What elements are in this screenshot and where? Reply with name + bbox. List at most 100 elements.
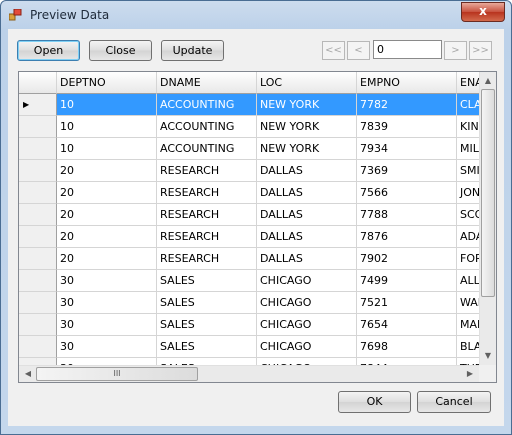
table-row[interactable]: 20 RESEARCH DALLAS 7566 JONES	[19, 182, 496, 204]
horizontal-scroll-thumb[interactable]: III	[36, 367, 198, 381]
table-row[interactable]: ▶10ACCOUNTINGNEW YORK7782CLARK	[19, 94, 496, 116]
row-header[interactable]	[19, 270, 57, 292]
table-cell[interactable]: 10	[57, 138, 157, 160]
table-cell[interactable]: RESEARCH	[157, 226, 257, 248]
table-row[interactable]: 10 ACCOUNTING NEW YORK 7839 KING	[19, 116, 496, 138]
table-cell[interactable]: RESEARCH	[157, 248, 257, 270]
table-row[interactable]: 20 RESEARCH DALLAS 7902 FORD	[19, 248, 496, 270]
app-icon	[9, 9, 22, 21]
table-cell[interactable]: 7839	[357, 116, 457, 138]
table-cell[interactable]: CHICAGO	[257, 314, 357, 336]
table-cell[interactable]: ACCOUNTING	[157, 138, 257, 160]
table-cell[interactable]: CHICAGO	[257, 292, 357, 314]
row-header[interactable]	[19, 336, 57, 358]
title-bar[interactable]: Preview Data x	[1, 1, 511, 28]
horizontal-scrollbar[interactable]: ◀ III ▶	[19, 365, 479, 382]
table-cell[interactable]: SALES	[157, 336, 257, 358]
table-cell[interactable]: 7902	[357, 248, 457, 270]
table-cell[interactable]: ACCOUNTING	[157, 94, 257, 116]
vertical-scrollbar[interactable]: ▲ ▼	[479, 72, 496, 365]
table-row[interactable]: 20RESEARCHDALLAS7876ADAMS	[19, 226, 496, 248]
window-close-button[interactable]: x	[461, 2, 505, 22]
row-header[interactable]: ▶	[19, 94, 57, 116]
table-cell[interactable]: 7369	[357, 160, 457, 182]
table-cell[interactable]: CHICAGO	[257, 336, 357, 358]
table-cell[interactable]: 20	[57, 204, 157, 226]
table-cell[interactable]: DALLAS	[257, 204, 357, 226]
close-button[interactable]: Close	[89, 40, 152, 61]
table-cell[interactable]: 7566	[357, 182, 457, 204]
table-cell[interactable]: 30	[57, 336, 157, 358]
row-header[interactable]	[19, 204, 57, 226]
column-header-dname[interactable]: DNAME	[157, 72, 257, 94]
table-cell[interactable]: 10	[57, 94, 157, 116]
table-cell[interactable]: 7876	[357, 226, 457, 248]
table-row[interactable]: 20 RESEARCH DALLAS 7369 SMITH	[19, 160, 496, 182]
vertical-scroll-thumb[interactable]	[481, 89, 495, 297]
scroll-down-arrow-icon[interactable]: ▼	[480, 348, 496, 364]
table-row[interactable]: 10ACCOUNTINGNEW YORK7934MILLER	[19, 138, 496, 160]
table-cell[interactable]: 20	[57, 248, 157, 270]
table-row[interactable]: 30 SALES CHICAGO 7698 BLAKE	[19, 336, 496, 358]
row-header[interactable]	[19, 116, 57, 138]
data-grid[interactable]: DEPTNODNAMELOCEMPNOENAME▶10ACCOUNTINGNEW…	[18, 71, 497, 383]
table-cell[interactable]: DALLAS	[257, 160, 357, 182]
table-cell[interactable]: RESEARCH	[157, 160, 257, 182]
column-header-deptno[interactable]: DEPTNO	[57, 72, 157, 94]
table-cell[interactable]: RESEARCH	[157, 182, 257, 204]
column-header-empno[interactable]: EMPNO	[357, 72, 457, 94]
scroll-up-arrow-icon[interactable]: ▲	[480, 73, 496, 89]
table-cell[interactable]: CHICAGO	[257, 270, 357, 292]
table-cell[interactable]: 30	[57, 270, 157, 292]
table-cell[interactable]: 20	[57, 226, 157, 248]
table-cell[interactable]: 7788	[357, 204, 457, 226]
dialog-client-area: Open Close Update << < 0 > >> DEPTNO DNAM…	[8, 29, 504, 426]
table-row[interactable]: 20RESEARCHDALLAS7788SCOTT	[19, 204, 496, 226]
row-header[interactable]	[19, 248, 57, 270]
cancel-button[interactable]: Cancel	[417, 391, 491, 413]
scrollbar-corner	[479, 365, 496, 382]
table-cell[interactable]: 7499	[357, 270, 457, 292]
move-first-button[interactable]: <<	[322, 41, 345, 60]
table-cell[interactable]: RESEARCH	[157, 204, 257, 226]
table-cell[interactable]: 7782	[357, 94, 457, 116]
table-cell[interactable]: NEW YORK	[257, 116, 357, 138]
table-cell[interactable]: DALLAS	[257, 182, 357, 204]
row-header[interactable]	[19, 314, 57, 336]
ok-button[interactable]: OK	[338, 391, 411, 413]
position-input[interactable]: 0	[373, 40, 442, 59]
table-cell[interactable]: DALLAS	[257, 226, 357, 248]
table-cell[interactable]: DALLAS	[257, 248, 357, 270]
update-button[interactable]: Update	[161, 40, 224, 61]
column-header-loc[interactable]: LOC	[257, 72, 357, 94]
table-cell[interactable]: ACCOUNTING	[157, 116, 257, 138]
table-row[interactable]: 30 SALES CHICAGO 7521 WARD	[19, 292, 496, 314]
table-cell[interactable]: 20	[57, 160, 157, 182]
table-cell[interactable]: 7654	[357, 314, 457, 336]
table-cell[interactable]: NEW YORK	[257, 138, 357, 160]
table-cell[interactable]: 20	[57, 182, 157, 204]
table-cell[interactable]: SALES	[157, 314, 257, 336]
move-last-button[interactable]: >>	[469, 41, 492, 60]
table-cell[interactable]: 10	[57, 116, 157, 138]
table-cell[interactable]: 30	[57, 314, 157, 336]
move-previous-button[interactable]: <	[347, 41, 370, 60]
table-cell[interactable]: 7934	[357, 138, 457, 160]
row-header[interactable]	[19, 138, 57, 160]
table-cell[interactable]: 7698	[357, 336, 457, 358]
table-cell[interactable]: 30	[57, 292, 157, 314]
open-button[interactable]: Open	[17, 40, 80, 61]
scroll-right-arrow-icon[interactable]: ▶	[462, 366, 478, 382]
table-cell[interactable]: 7521	[357, 292, 457, 314]
table-row[interactable]: 30SALESCHICAGO7654MARTIN	[19, 314, 496, 336]
table-cell[interactable]: SALES	[157, 292, 257, 314]
scroll-left-arrow-icon[interactable]: ◀	[20, 366, 36, 382]
table-row[interactable]: 30 SALES CHICAGO 7499 ALLEN	[19, 270, 496, 292]
row-header[interactable]	[19, 160, 57, 182]
table-cell[interactable]: SALES	[157, 270, 257, 292]
row-header[interactable]	[19, 182, 57, 204]
table-cell[interactable]: NEW YORK	[257, 94, 357, 116]
row-header[interactable]	[19, 292, 57, 314]
move-next-button[interactable]: >	[444, 41, 467, 60]
row-header[interactable]	[19, 226, 57, 248]
